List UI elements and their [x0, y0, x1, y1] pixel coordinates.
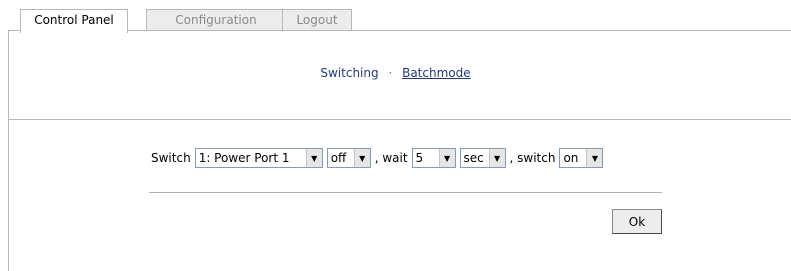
section-divider — [8, 119, 791, 120]
state2-select[interactable]: on ▼ — [559, 148, 604, 168]
state-select[interactable]: off ▼ — [326, 148, 371, 168]
tab-configuration[interactable]: Configuration — [146, 9, 286, 31]
batch-command-row: Switch 1: Power Port 1 ▼ off ▼ , wait 5 … — [149, 147, 605, 169]
wait-label: , wait — [374, 151, 408, 165]
wait-select[interactable]: 5 ▼ — [411, 148, 456, 168]
sub-navigation: Switching · Batchmode — [0, 66, 791, 80]
chevron-down-icon[interactable]: ▼ — [438, 149, 455, 167]
unit-select[interactable]: sec ▼ — [459, 148, 506, 168]
state2-select-value: on — [563, 151, 579, 165]
subnav-batchmode-link[interactable]: Batchmode — [402, 66, 471, 80]
subnav-switching[interactable]: Switching — [320, 66, 378, 80]
subnav-separator: · — [388, 66, 393, 80]
form-rule — [149, 192, 662, 193]
port-select-value: 1: Power Port 1 — [198, 151, 290, 165]
chevron-down-icon[interactable]: ▼ — [586, 149, 603, 167]
switch-label: Switch — [151, 151, 191, 165]
switch2-label: , switch — [509, 151, 556, 165]
tab-control-panel[interactable]: Control Panel — [20, 9, 128, 33]
unit-select-value: sec — [463, 151, 484, 165]
ok-button[interactable]: Ok — [612, 209, 662, 234]
chevron-down-icon[interactable]: ▼ — [353, 149, 370, 167]
port-select[interactable]: 1: Power Port 1 ▼ — [194, 148, 323, 168]
state-select-value: off — [330, 151, 347, 165]
chevron-down-icon[interactable]: ▼ — [305, 149, 322, 167]
wait-select-value: 5 — [415, 151, 424, 165]
tab-logout[interactable]: Logout — [282, 9, 352, 31]
chevron-down-icon[interactable]: ▼ — [488, 149, 505, 167]
